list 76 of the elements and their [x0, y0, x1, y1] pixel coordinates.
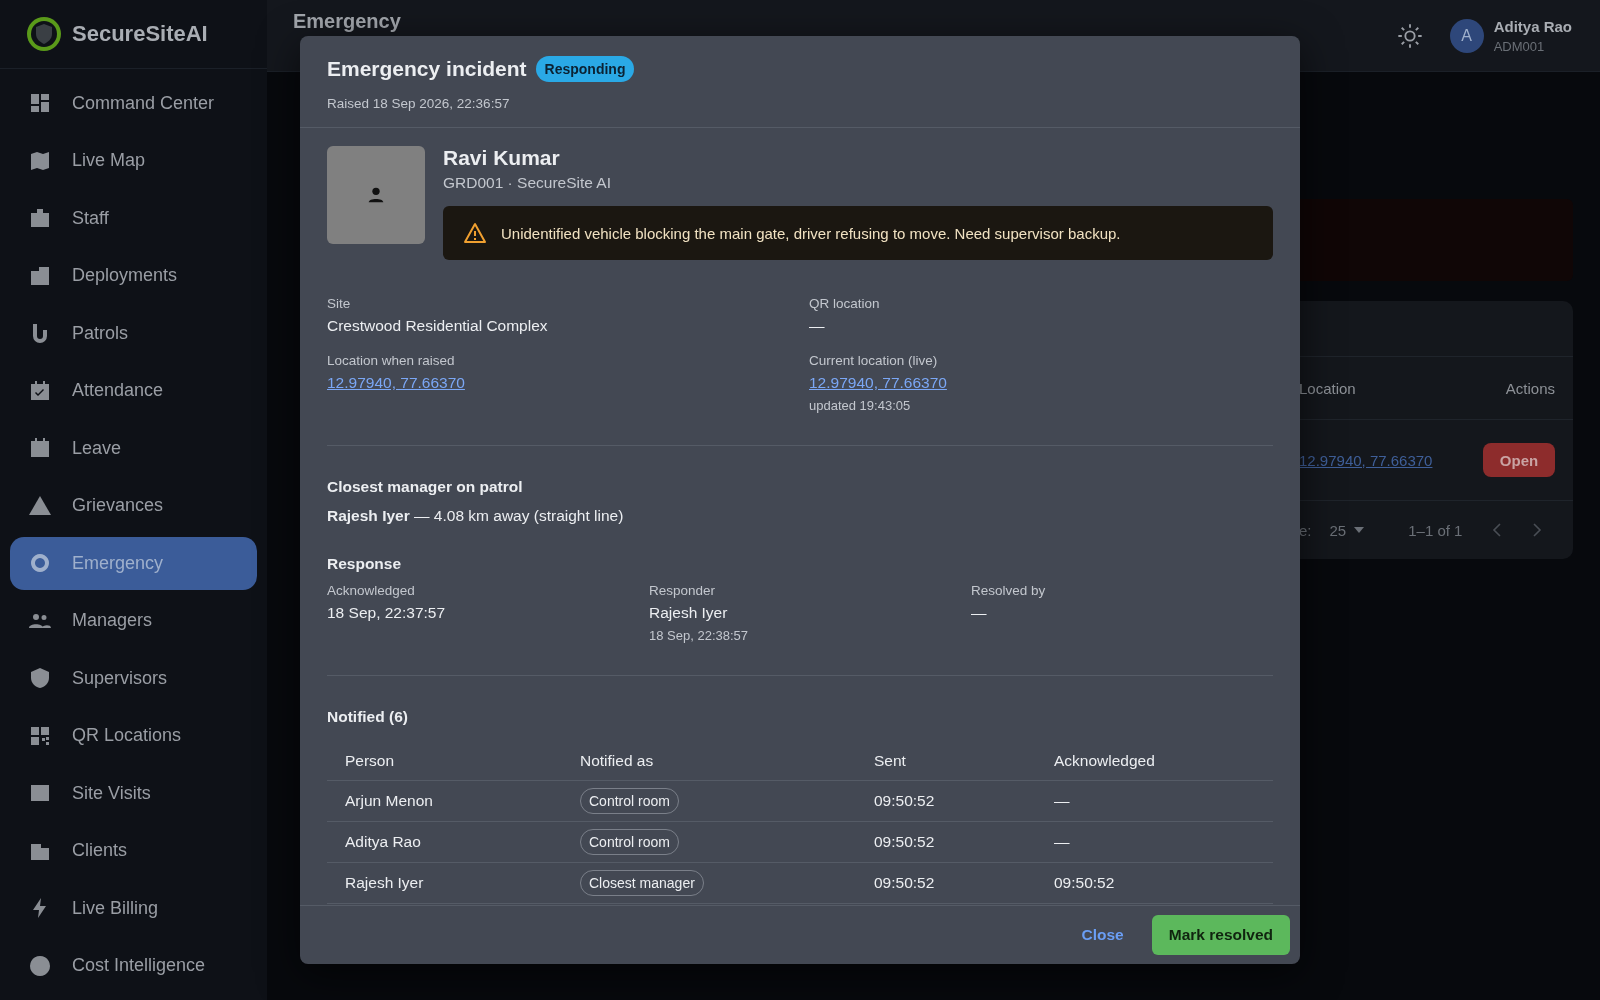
guard-name: Ravi Kumar	[443, 146, 561, 170]
sidebar-item[interactable]: Supervisors	[10, 651, 257, 705]
location-link[interactable]: 12.97940, 77.66370	[809, 374, 1273, 392]
sidebar-item[interactable]: Live Billing	[10, 881, 257, 935]
previous-page-icon[interactable]	[1492, 522, 1503, 538]
field-value: Rajesh Iyer	[649, 604, 729, 622]
sidebar-item[interactable]: Leave	[10, 421, 257, 475]
sidebar-item[interactable]: Attendance	[10, 364, 257, 417]
sidebar-item[interactable]: Grievances	[10, 479, 257, 532]
page-range: 1–1 of 1	[1408, 521, 1463, 539]
raised-time: Raised 18 Sep 2026, 22:36:57	[327, 96, 511, 111]
field-value: —	[809, 317, 826, 335]
field-value: —	[971, 604, 988, 622]
guard-id: GRD001 · SecureSite AI	[443, 174, 612, 192]
column-header: Acknowledged	[1054, 752, 1156, 770]
table-cell-text: 09:50:52	[874, 874, 936, 892]
table-cell-text: 09:50:52	[874, 792, 936, 810]
alert-message: Unidentified vehicle blocking the main gate, driver refusing to move. Need supervisor backup.	[501, 224, 1121, 242]
table-cell-text: 09:50:52	[1054, 874, 1116, 892]
table-cell-text: Aditya Rao	[345, 833, 422, 851]
next-page-icon[interactable]	[1532, 522, 1543, 538]
sidebar-item[interactable]: Command Center	[10, 76, 257, 130]
column-header: Location	[1299, 379, 1356, 397]
field-value: 18 Sep, 22:37:57	[327, 604, 447, 622]
sidebar-item[interactable]: Clients	[10, 824, 257, 877]
sidebar-item[interactable]: Deployments	[10, 249, 257, 302]
column-header: Actions	[1505, 379, 1555, 397]
dashboard-icon	[28, 91, 52, 115]
sidebar-item[interactable]: Managers	[10, 594, 257, 647]
page-size-select[interactable]: 25	[1329, 521, 1365, 539]
field-label: Responder	[649, 583, 717, 598]
user-name: Aditya Rao	[1493, 17, 1572, 35]
field-label: Acknowledged	[327, 583, 416, 598]
dialog-title: Emergency incident	[327, 57, 527, 81]
caret-icon	[1354, 527, 1365, 533]
update-time: updated 19:43:05	[809, 398, 912, 413]
table-cell-text: Rajesh Iyer	[345, 874, 425, 892]
open-button[interactable]: Open	[1483, 443, 1555, 477]
field-label: Location when raised	[327, 353, 456, 368]
field-label: QR location	[809, 296, 881, 311]
table-cell-text: Arjun Menon	[345, 792, 434, 810]
location-link[interactable]: 12.97940, 77.66370	[327, 374, 809, 392]
section-heading: Notified (6)	[327, 708, 409, 726]
sidebar-item[interactable]: Staff	[10, 191, 257, 245]
table-cell-text: 09:50:52	[874, 833, 936, 851]
calendar-icon	[28, 436, 52, 460]
section-heading: Closest manager on patrol	[327, 478, 524, 496]
table-cell-text: —	[1054, 792, 1071, 810]
rows-per-page-label: e:	[1299, 521, 1312, 539]
field-value: Crestwood Residential Complex	[327, 317, 549, 335]
user-id: ADM001	[1493, 38, 1546, 54]
calendar-check-icon	[28, 378, 52, 403]
column-header: Person	[345, 752, 396, 770]
response-time: 18 Sep, 22:38:57	[649, 628, 750, 643]
brand-name: SecureSiteAI	[72, 20, 208, 47]
shield-star-icon	[28, 666, 52, 690]
field-label: Resolved by	[971, 583, 1047, 598]
mark-resolved-button[interactable]: Mark resolved	[1151, 915, 1290, 955]
user-avatar[interactable]: A	[1449, 18, 1484, 53]
sidebar-item[interactable]: Live Map	[10, 134, 257, 187]
page-title: Emergency	[293, 9, 401, 33]
shield-logo-icon	[26, 15, 62, 52]
sidebar-item[interactable]: Patrols	[10, 306, 257, 360]
sidebar-item[interactable]: Site Visits	[10, 766, 257, 820]
section-heading: Response	[327, 555, 403, 573]
sidebar-item[interactable]: Cost Intelligence	[10, 939, 257, 992]
warning-icon	[463, 221, 487, 245]
column-header: Notified as	[580, 752, 655, 770]
theme-toggle-icon[interactable]	[1395, 21, 1424, 50]
column-header: Sent	[874, 752, 907, 770]
sidebar-item[interactable]: QR Locations	[10, 709, 257, 762]
status-badge: Responding	[535, 56, 635, 82]
field-label: Site	[327, 296, 352, 311]
table-cell-text: —	[1054, 833, 1071, 851]
closest-manager-text: Rajesh Iyer — 4.08 km away (straight line)	[327, 507, 625, 525]
field-label: Current location (live)	[809, 353, 939, 368]
